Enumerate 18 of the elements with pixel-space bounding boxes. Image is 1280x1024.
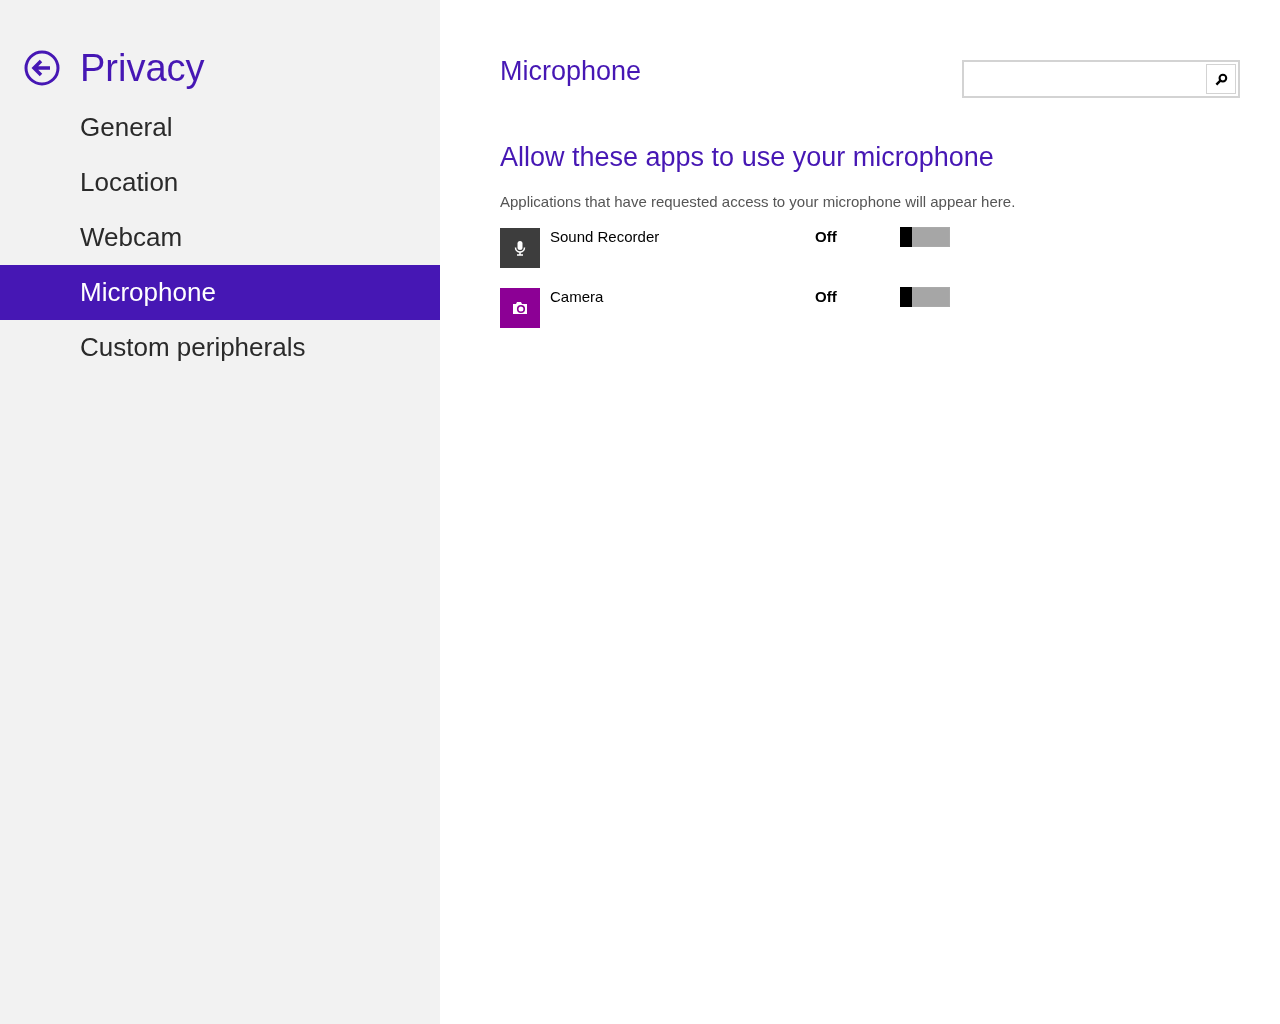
nav-item[interactable]: General: [0, 100, 440, 155]
app-name: Camera: [550, 288, 605, 305]
nav-item[interactable]: Location: [0, 155, 440, 210]
nav-item[interactable]: Custom peripherals: [0, 320, 440, 375]
toggle-state: Off: [815, 288, 838, 305]
app-name: Sound Recorder: [550, 228, 661, 245]
nav-item[interactable]: Webcam: [0, 210, 440, 265]
toggle-switch[interactable]: [900, 227, 950, 247]
toggle-switch[interactable]: [900, 287, 950, 307]
search-button[interactable]: [1206, 64, 1236, 94]
search-field[interactable]: [962, 60, 1240, 98]
section-title: Microphone: [500, 56, 642, 87]
nav-item[interactable]: Microphone: [0, 265, 440, 320]
page-title: Privacy: [80, 46, 205, 90]
section-heading: Allow these apps to use your microphone: [500, 142, 995, 173]
toggle-state: Off: [815, 228, 838, 245]
search-icon: [1214, 72, 1228, 86]
description: Applications that have requested access to your microphone will appear here.: [500, 193, 1017, 210]
